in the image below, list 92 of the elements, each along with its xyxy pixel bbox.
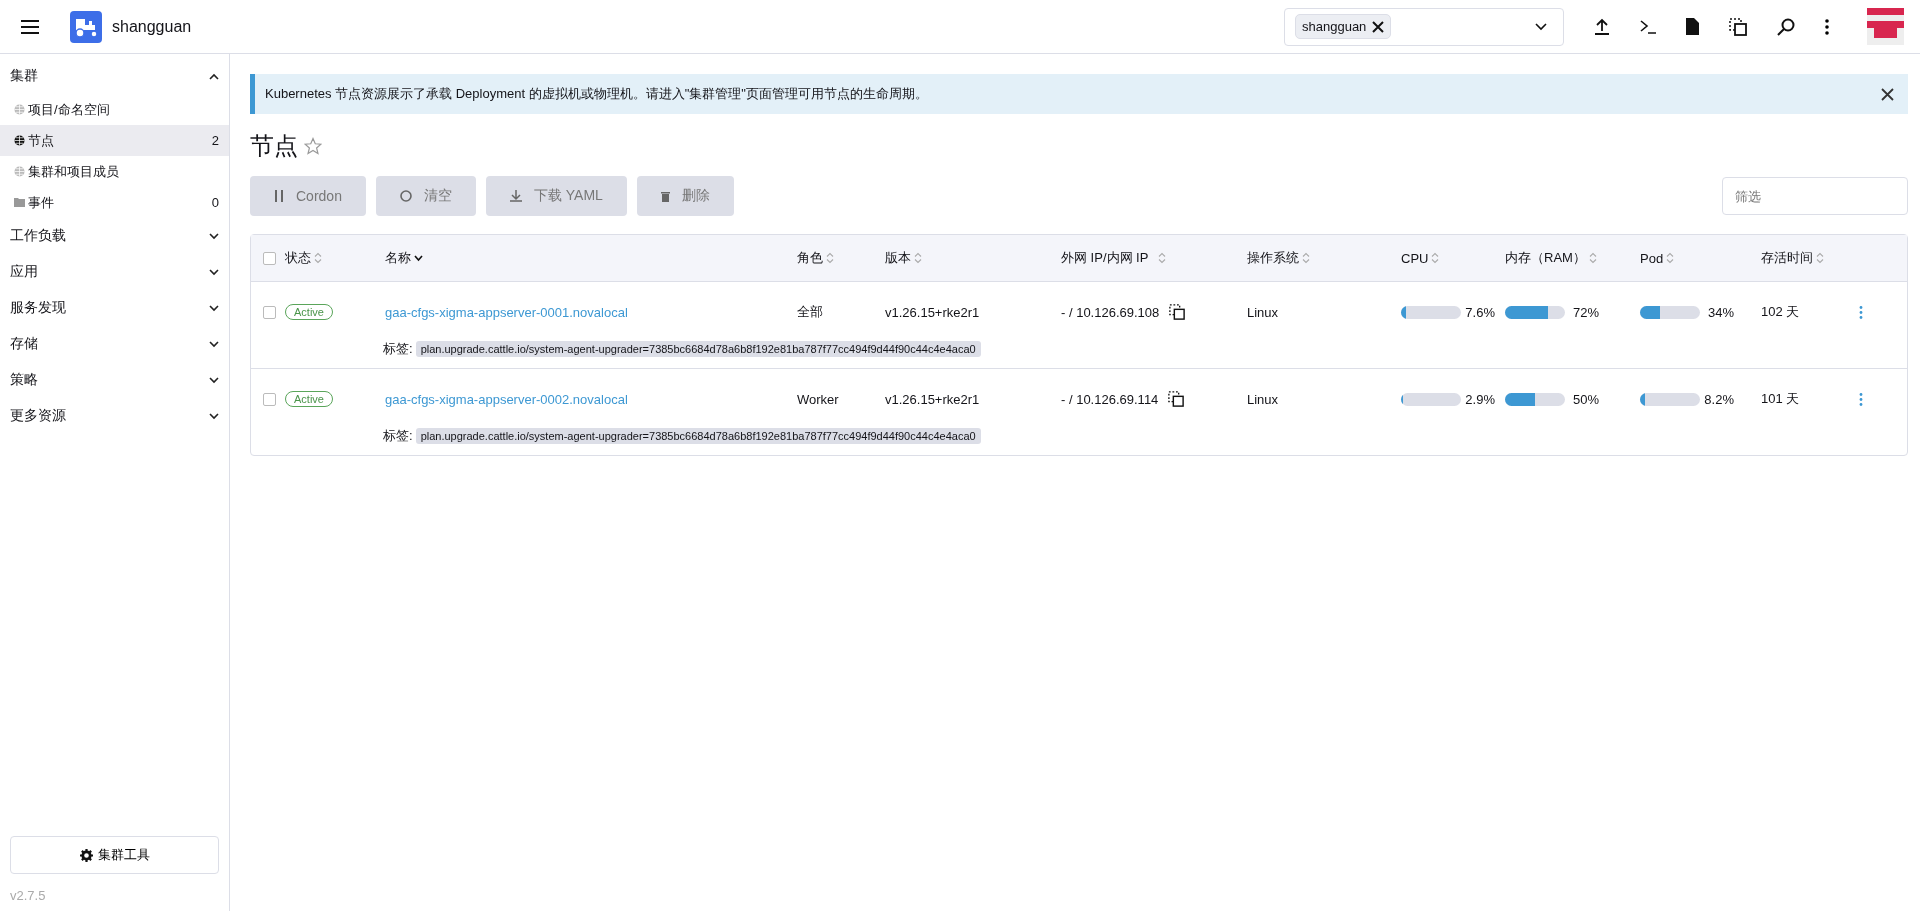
usage-reading: 7.6%: [1464, 304, 1495, 320]
label-caption: 标签:: [383, 427, 413, 445]
usage-bar: [1401, 392, 1461, 406]
sort-down-icon[interactable]: [414, 254, 423, 262]
usage-reading: 2.9%: [1464, 391, 1495, 407]
tractor-logo-icon: [70, 10, 102, 43]
action-button[interactable]: 清空: [375, 176, 476, 216]
os-text: Linux: [1247, 391, 1279, 407]
column-header[interactable]: Pod: [1640, 250, 1761, 266]
usage-bar: [1505, 392, 1565, 406]
download-icon: [509, 190, 522, 202]
column-header[interactable]: 操作系统: [1247, 249, 1401, 267]
copy-icon[interactable]: [1729, 17, 1747, 36]
usage-reading: 34%: [1706, 304, 1734, 320]
column-header[interactable]: 内存（RAM）: [1505, 249, 1640, 267]
nav-group[interactable]: 存储: [0, 326, 229, 362]
usage-bar: [1401, 305, 1461, 319]
nav-group[interactable]: 工作负载: [0, 218, 229, 254]
nav-group[interactable]: 集群: [0, 58, 229, 94]
copy-icon[interactable]: [1168, 391, 1185, 407]
close-icon[interactable]: [1881, 87, 1894, 101]
nav-group[interactable]: 更多资源: [0, 398, 229, 434]
usage-bar: [1640, 305, 1700, 319]
chevron-up-icon[interactable]: [209, 72, 219, 80]
usage-reading: 8.2%: [1703, 391, 1734, 407]
version-label: v2.7.5: [10, 888, 46, 903]
copy-icon[interactable]: [1169, 304, 1186, 320]
usage-bar: [1505, 305, 1565, 319]
page-title: 节点: [250, 131, 298, 161]
gear-icon: [79, 848, 93, 862]
ip-text: - / 10.126.69.114: [1061, 391, 1159, 407]
column-header[interactable]: 存活时间: [1761, 249, 1859, 267]
menu-icon[interactable]: [20, 18, 40, 35]
globe-icon: [14, 104, 25, 115]
nav-item[interactable]: 节点 2: [0, 125, 229, 156]
label-tag: plan.upgrade.cattle.io/system-agent-upgrader=7385bc6684d78a6b8f192e81ba787f77cc494f9d44f90c44c4e4aca0: [415, 341, 981, 357]
nav-item[interactable]: 集群和项目成员: [0, 156, 229, 187]
column-header[interactable]: 角色: [797, 249, 885, 267]
nav-group[interactable]: 服务发现: [0, 290, 229, 326]
age-text: 101 天: [1761, 390, 1800, 408]
chevron-down-icon[interactable]: [209, 376, 219, 384]
row-checkbox[interactable]: [263, 392, 276, 406]
user-avatar-icon[interactable]: [1867, 8, 1904, 45]
column-header[interactable]: 版本: [885, 249, 1061, 267]
version-text: v1.26.15+rke2r1: [885, 304, 980, 320]
globe-icon: [14, 135, 25, 146]
more-icon[interactable]: [1825, 18, 1829, 35]
row-checkbox[interactable]: [263, 305, 276, 319]
nav-group[interactable]: 应用: [0, 254, 229, 290]
role-text: Worker: [797, 391, 839, 407]
upload-icon[interactable]: [1594, 17, 1610, 36]
search-icon[interactable]: [1777, 17, 1795, 36]
column-header[interactable]: 状态: [285, 249, 385, 267]
usage-reading: 72%: [1571, 304, 1599, 320]
cluster-tools-button[interactable]: 集群工具: [10, 836, 219, 874]
action-button[interactable]: 删除: [636, 176, 734, 216]
chevron-down-icon[interactable]: [209, 268, 219, 276]
nav-group[interactable]: 策略: [0, 362, 229, 398]
star-icon[interactable]: [304, 137, 322, 155]
usage-bar: [1640, 392, 1700, 406]
filter-field[interactable]: 筛选: [1722, 177, 1908, 215]
select-all-checkbox[interactable]: [263, 251, 276, 265]
label-caption: 标签:: [383, 340, 413, 358]
namespace-chip: shangguan: [1295, 14, 1392, 39]
banner-text: Kubernetes 节点资源展示了承载 Deployment 的虚拟机或物理机。请进入"集群管理"页面管理可用节点的生命周期。: [265, 85, 928, 103]
os-text: Linux: [1247, 304, 1279, 320]
terminal-icon[interactable]: [1640, 19, 1656, 34]
label-tag: plan.upgrade.cattle.io/system-agent-upgrader=7385bc6684d78a6b8f192e81ba787f77cc494f9d44f90c44c4e4aca0: [415, 428, 981, 444]
circle-icon: [399, 190, 412, 202]
chevron-down-icon[interactable]: [209, 412, 219, 420]
ip-text: - / 10.126.69.108: [1061, 304, 1160, 320]
globe-icon: [14, 166, 25, 177]
folder-icon: [14, 198, 25, 207]
trash-icon: [660, 190, 670, 202]
nav-item[interactable]: 项目/命名空间: [0, 94, 229, 125]
nav-item[interactable]: 事件 0: [0, 187, 229, 218]
usage-reading: 50%: [1571, 391, 1599, 407]
column-header[interactable]: CPU: [1401, 250, 1505, 266]
column-header[interactable]: 外网 IP/内网 IP: [1061, 249, 1247, 267]
cluster-name: shangguan: [112, 17, 192, 36]
column-header[interactable]: 名称: [385, 249, 797, 267]
chevron-down-icon[interactable]: [1535, 22, 1547, 31]
pause-icon: [274, 190, 284, 202]
close-icon[interactable]: [1372, 20, 1385, 33]
chevron-down-icon[interactable]: [209, 304, 219, 312]
version-text: v1.26.15+rke2r1: [885, 391, 980, 407]
age-text: 102 天: [1761, 303, 1800, 321]
role-text: 全部: [797, 303, 823, 321]
chevron-down-icon[interactable]: [209, 340, 219, 348]
chevron-down-icon[interactable]: [209, 232, 219, 240]
namespace-selector[interactable]: shangguan: [1284, 7, 1564, 46]
file-icon[interactable]: [1686, 18, 1699, 35]
